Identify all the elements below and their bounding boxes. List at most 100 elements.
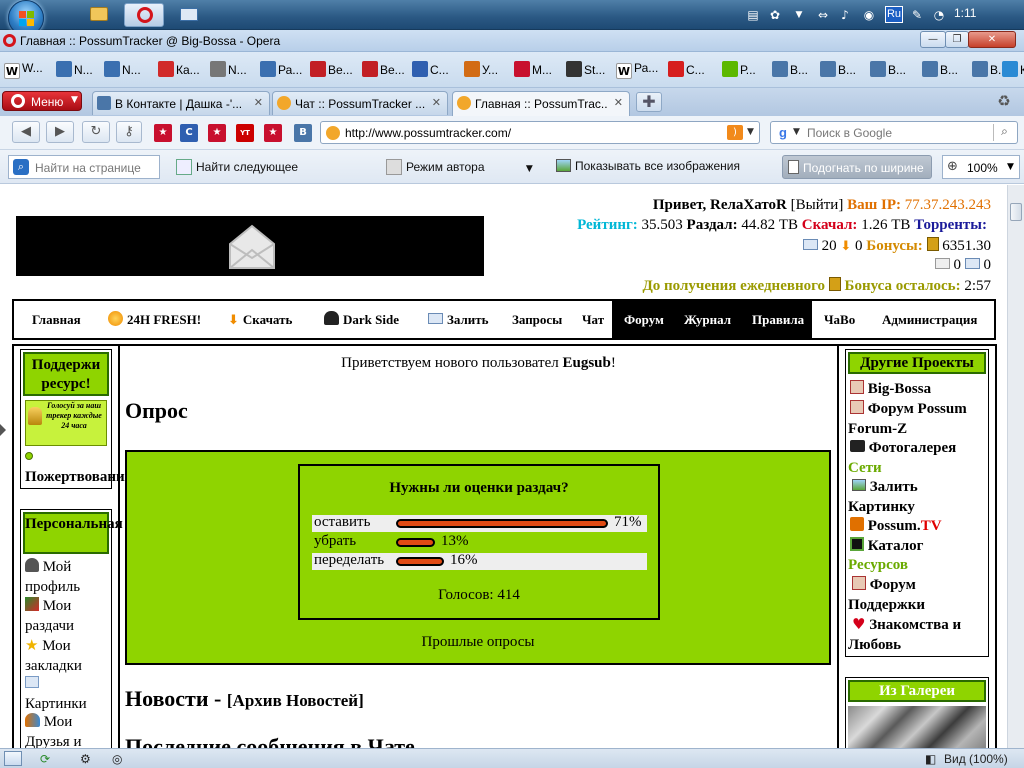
possum-tv-link[interactable]: Possum.TV (850, 517, 988, 537)
star-bookmark-icon[interactable]: ★ (208, 124, 226, 142)
key-icon[interactable]: ⚷ (116, 121, 142, 143)
vk-icon[interactable]: B (294, 124, 312, 142)
bookmark-11[interactable]: St... (566, 61, 605, 79)
past-polls-link[interactable]: Прошлые опросы (127, 634, 829, 651)
tray-color-icon[interactable]: ✿ (767, 7, 783, 23)
bookmark-8[interactable]: С... (412, 61, 449, 79)
bookmark-12[interactable]: W Ра... (616, 61, 658, 79)
back-button[interactable]: ◀ (12, 121, 40, 143)
my-friends-link[interactable]: Мои Друзья и (25, 713, 111, 748)
menu-admin[interactable]: Администрация (882, 301, 977, 338)
menu-chat[interactable]: Чат (582, 301, 604, 338)
panels-toggle-button[interactable] (4, 751, 22, 766)
my-bookmarks-link[interactable]: ★ Мои закладки (25, 636, 111, 676)
possum-forum-link[interactable]: Форум Possum Forum-Z (848, 400, 986, 439)
bookmark-15[interactable]: В... (772, 61, 808, 79)
outbox-icon[interactable] (964, 258, 980, 269)
tray-network-icon[interactable]: ⇔ (815, 7, 831, 23)
my-torrents-link[interactable]: Мои раздачи (25, 597, 111, 636)
volume-icon[interactable]: ♪ (837, 7, 853, 23)
bookmark-10[interactable]: М... (514, 61, 552, 79)
taskbar-app-button[interactable] (170, 3, 210, 27)
bookmark-4[interactable]: N... (210, 61, 247, 79)
tab-vkontakte[interactable]: В Контакте | Дашка -'... ✕ (92, 91, 270, 115)
bookmark-14[interactable]: Р... (722, 61, 756, 79)
unite-icon[interactable]: ⚙ (80, 752, 91, 766)
clock[interactable]: 1:11 (954, 6, 976, 20)
trash-icon[interactable]: ♻ (994, 92, 1014, 112)
donate-link[interactable]: Пожертвования (25, 448, 133, 487)
author-mode-button[interactable]: Режим автора ▼ (386, 159, 533, 175)
gallery-thumbnail[interactable] (848, 706, 986, 748)
menu-download[interactable]: ⬇ Скачать (228, 301, 292, 338)
logout-link[interactable]: [Выйти] (791, 197, 844, 213)
bookmark-18[interactable]: В... (922, 61, 958, 79)
new-user-link[interactable]: Eugsub (563, 355, 611, 371)
find-on-page-input[interactable]: ⌕ Найти на странице (8, 155, 160, 179)
turbo-icon[interactable]: ◎ (112, 752, 122, 766)
site-banner[interactable] (16, 216, 484, 276)
inbox-icon[interactable] (934, 258, 950, 269)
tab-chat[interactable]: Чат :: PossumTracker ... ✕ (272, 91, 448, 115)
menu-rules[interactable]: Правила (752, 301, 804, 338)
bookmark-2[interactable]: N... (104, 61, 141, 79)
photo-gallery-link[interactable]: Фотогалерея (850, 439, 988, 459)
bookmark-16[interactable]: В... (820, 61, 856, 79)
upload-picture-link[interactable]: Залить Картинку (848, 478, 986, 517)
catalog-link[interactable]: Каталог (850, 537, 988, 557)
my-profile-link[interactable]: Мой профиль (25, 558, 111, 597)
zoom-status[interactable]: Вид (100%) (944, 752, 1008, 766)
support-forum-link[interactable]: Форум Поддержки (848, 576, 986, 615)
tray-antivirus-icon[interactable]: ◉ (861, 7, 877, 23)
panel-toggle-icon[interactable] (0, 424, 6, 436)
pictures-link[interactable]: Картинки (25, 675, 111, 714)
find-next-button[interactable]: Найти следующее (176, 159, 298, 175)
chevron-down-icon[interactable]: ▼ (747, 127, 754, 137)
menu-dark-side[interactable]: Dark Side (324, 301, 399, 338)
star-bookmark-icon[interactable]: ★ (154, 124, 172, 142)
language-indicator[interactable]: Ru (885, 6, 903, 23)
page-scrollbar[interactable] (1007, 185, 1024, 748)
search-icon[interactable]: ⌕ (993, 124, 1015, 141)
star-bookmark-icon[interactable]: ★ (264, 124, 282, 142)
tray-tool-icon[interactable]: ▤ (745, 7, 761, 23)
bookmark-3[interactable]: Ка... (158, 61, 200, 79)
close-button[interactable]: ✕ (968, 31, 1016, 48)
menu-faq[interactable]: ЧаВо (824, 301, 855, 338)
new-tab-button[interactable]: ✚ (636, 92, 662, 112)
close-tab-icon[interactable]: ✕ (254, 96, 263, 109)
taskbar-opera-button[interactable] (124, 3, 164, 27)
chevron-down-icon[interactable]: ▼ (791, 7, 807, 23)
vote-badge[interactable]: Голосуй за наш трекер каждые 24 часа (25, 400, 107, 446)
show-images-button[interactable]: Показывать все изображения (556, 159, 740, 173)
menu-home[interactable]: Главная (32, 301, 81, 338)
taskbar-explorer-button[interactable] (78, 3, 118, 27)
rss-icon[interactable]: ) (727, 125, 743, 140)
bookmark-5[interactable]: Ра... (260, 61, 302, 79)
tray-clock-icon[interactable]: ◔ (931, 7, 947, 23)
news-archive-link[interactable]: [Архив Новостей] (227, 691, 364, 710)
chevron-down-icon[interactable]: ▼ (793, 127, 800, 137)
menu-fresh[interactable]: 24H FRESH! (108, 301, 201, 338)
bookmark-20[interactable]: К... (1002, 61, 1024, 79)
big-bossa-link[interactable]: Big-Bossa (850, 380, 988, 400)
tab-main[interactable]: Главная :: PossumTrac... ✕ (452, 91, 630, 116)
forward-button[interactable]: ▶ (46, 121, 74, 143)
scrollbar-thumb[interactable] (1010, 203, 1022, 221)
bookmark-17[interactable]: В... (870, 61, 906, 79)
bookmark-6[interactable]: Be... (310, 61, 353, 79)
close-tab-icon[interactable]: ✕ (614, 96, 623, 109)
close-tab-icon[interactable]: ✕ (432, 96, 441, 109)
c-icon[interactable]: C (180, 124, 198, 142)
sync-icon[interactable]: ⟳ (40, 752, 50, 766)
menu-journal[interactable]: Журнал (684, 301, 731, 338)
zoom-select[interactable]: ⊕ 100% ▼ (942, 155, 1020, 179)
tray-keyboard-icon[interactable]: ✎ (909, 7, 925, 23)
bookmark-0[interactable]: W W... (4, 61, 43, 79)
address-bar[interactable]: http://www.possumtracker.com/ ) ▼ (320, 121, 760, 144)
fit-width-button[interactable]: Подогнать по ширине (782, 155, 932, 179)
username-link[interactable]: RелaXатоR (710, 197, 787, 213)
menu-upload[interactable]: Залить (428, 301, 489, 338)
opera-menu-button[interactable]: Меню ▼ (2, 91, 82, 111)
reload-button[interactable]: ↻ (82, 121, 110, 143)
